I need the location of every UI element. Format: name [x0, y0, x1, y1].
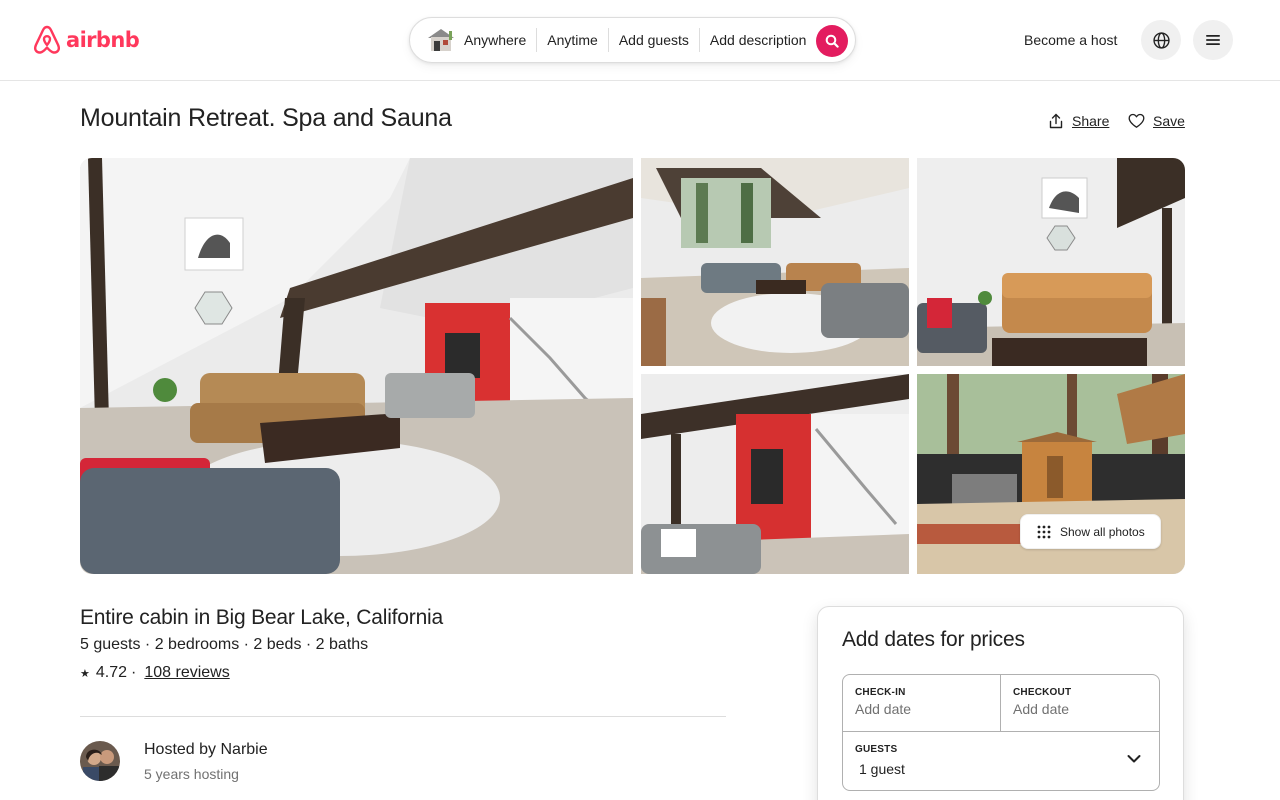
- become-host-link[interactable]: Become a host: [1013, 20, 1128, 60]
- search-icon: [825, 34, 839, 48]
- checkout-field[interactable]: CHECKOUT Add date: [1001, 675, 1159, 731]
- booking-title: Add dates for prices: [842, 628, 1025, 651]
- share-button[interactable]: Share: [1048, 113, 1109, 129]
- photo-sofa-detail[interactable]: [917, 158, 1185, 366]
- host-avatar-image: [80, 741, 120, 781]
- checkout-value: Add date: [1013, 701, 1070, 717]
- checkout-label: CHECKOUT: [1013, 687, 1072, 698]
- show-all-photos-button[interactable]: Show all photos: [1020, 514, 1161, 549]
- date-guest-picker: CHECK-IN Add date CHECKOUT Add date GUES…: [842, 674, 1160, 791]
- share-label: Share: [1072, 113, 1110, 129]
- section-divider: [80, 716, 726, 717]
- checkin-label: CHECK-IN: [855, 687, 906, 698]
- living-room-photo: [80, 158, 633, 574]
- share-icon: [1049, 113, 1063, 129]
- sofa-detail-photo: [917, 158, 1185, 366]
- show-all-photos-label: Show all photos: [1060, 524, 1145, 539]
- search-button[interactable]: [816, 25, 848, 57]
- save-label: Save: [1153, 113, 1185, 129]
- fireplace-photo: [641, 374, 909, 574]
- reviews-link[interactable]: 108 reviews: [144, 664, 229, 682]
- grid-icon: [1037, 525, 1051, 538]
- hamburger-menu-icon: [1206, 35, 1220, 45]
- photo-main-living-room[interactable]: [80, 158, 633, 574]
- booking-card: Add dates for prices CHECK-IN Add date C…: [817, 606, 1184, 800]
- rating-row: ★ 4.72 · 108 reviews: [80, 664, 230, 682]
- anywhere-button[interactable]: Anywhere: [464, 28, 536, 52]
- add-description-button[interactable]: Add description: [700, 28, 817, 52]
- checkin-value: Add date: [855, 701, 912, 717]
- guests-dropdown[interactable]: GUESTS 1 guest: [843, 731, 1159, 790]
- heart-icon: [1128, 113, 1145, 128]
- listing-capacity-details: 5 guests · 2 bedrooms · 2 beds · 2 baths: [80, 636, 369, 653]
- search-bar[interactable]: Anywhere Anytime Add guests Add descript…: [409, 17, 856, 63]
- add-guests-button[interactable]: Add guests: [609, 28, 699, 52]
- top-header: airbnb Anywhere Anytime Add guests Add d…: [0, 0, 1280, 81]
- listing-title: Mountain Retreat. Spa and Sauna: [80, 104, 452, 132]
- guests-value: 1 guest: [859, 761, 905, 777]
- checkin-field[interactable]: CHECK-IN Add date: [843, 675, 1001, 731]
- guests-label: GUESTS: [855, 744, 898, 755]
- main-menu-button[interactable]: [1193, 20, 1233, 60]
- photo-fireplace[interactable]: [641, 374, 909, 574]
- globe-icon: [1152, 31, 1170, 49]
- living-room-wide-photo: [641, 158, 909, 366]
- listing-type-location: Entire cabin in Big Bear Lake, Californi…: [80, 606, 444, 629]
- save-button[interactable]: Save: [1128, 113, 1185, 129]
- anytime-button[interactable]: Anytime: [537, 28, 608, 52]
- hosting-years-text: 5 years hosting: [144, 766, 239, 782]
- host-avatar[interactable]: [80, 741, 120, 781]
- rating-value: 4.72: [95, 664, 128, 681]
- hosted-by-text: Hosted by Narbie: [144, 741, 268, 758]
- chevron-down-icon: [1127, 755, 1141, 763]
- house-icon: [428, 29, 454, 51]
- airbnb-logo[interactable]: airbnb: [31, 24, 140, 56]
- rating-separator: ·: [131, 664, 137, 681]
- airbnb-logo-icon: [33, 25, 61, 54]
- star-icon: ★: [80, 667, 90, 680]
- language-button[interactable]: [1141, 20, 1181, 60]
- logo-wordmark: airbnb: [66, 28, 140, 52]
- photo-living-room-wide[interactable]: [641, 158, 909, 366]
